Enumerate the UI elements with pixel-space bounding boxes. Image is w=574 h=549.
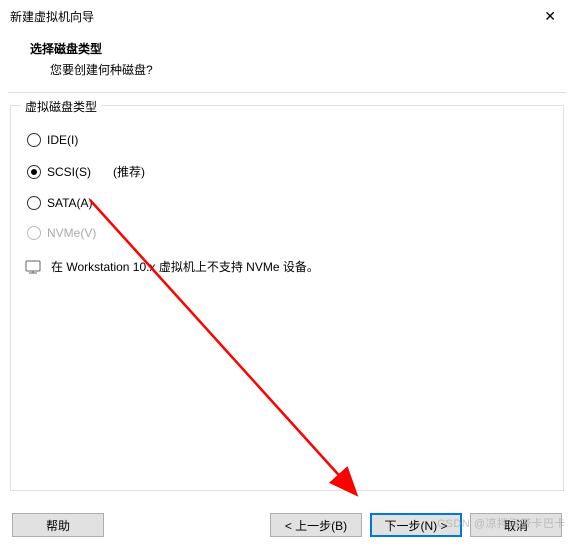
- divider: [8, 92, 566, 93]
- info-text: 在 Workstation 10.x 虚拟机上不支持 NVMe 设备。: [51, 258, 319, 275]
- radio-sata[interactable]: [27, 196, 41, 210]
- radio-ide-label[interactable]: IDE(I): [47, 133, 78, 147]
- next-button[interactable]: 下一步(N) >: [370, 513, 462, 537]
- window-title: 新建虚拟机向导: [10, 8, 94, 25]
- radio-ide[interactable]: [27, 133, 41, 147]
- page-heading: 选择磁盘类型: [30, 40, 574, 57]
- radio-scsi[interactable]: [27, 165, 41, 179]
- info-icon: [25, 260, 41, 274]
- radio-sata-label[interactable]: SATA(A): [47, 196, 93, 210]
- radio-nvme-label: NVMe(V): [47, 226, 96, 240]
- close-icon[interactable]: ✕: [536, 6, 564, 27]
- cancel-button[interactable]: 取消: [470, 513, 562, 537]
- radio-scsi-label[interactable]: SCSI(S): [47, 165, 91, 179]
- radio-nvme: [27, 226, 41, 240]
- page-subheading: 您要创建何种磁盘?: [30, 61, 574, 78]
- fieldset-label: 虚拟磁盘类型: [21, 98, 101, 115]
- help-button[interactable]: 帮助: [12, 513, 104, 537]
- recommend-label: (推荐): [113, 163, 145, 180]
- back-button[interactable]: < 上一步(B): [270, 513, 362, 537]
